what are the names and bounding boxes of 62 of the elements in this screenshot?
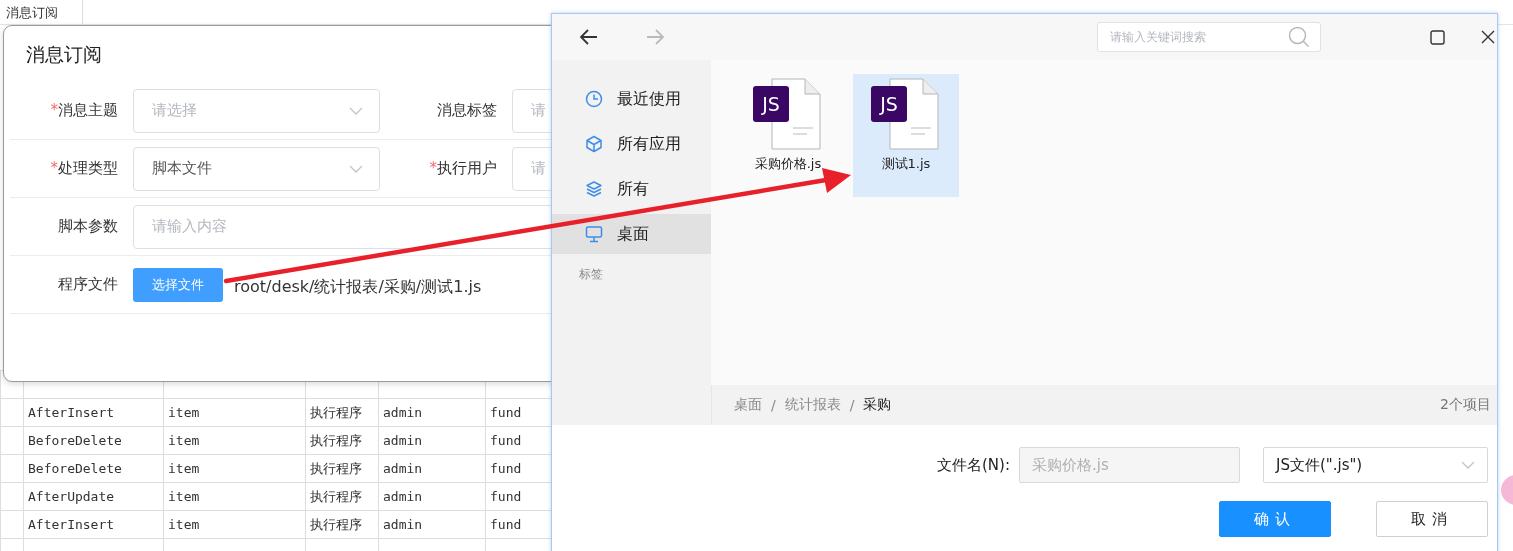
table-cell: BeforeDelete — [23, 426, 164, 455]
file-name: 采购价格.js — [754, 155, 822, 173]
file-path: root/desk/统计报表/采购/测试1.js — [234, 277, 482, 298]
table-cell: 执行程序 — [305, 454, 379, 483]
dialog-title: 消息订阅 — [26, 42, 103, 67]
table-cell: 执行程序 — [305, 510, 379, 539]
clock-icon — [585, 90, 603, 108]
file-type-select[interactable]: JS文件(".js") — [1263, 447, 1488, 483]
sidebar-label: 所有应用 — [617, 133, 681, 155]
breadcrumb-separator: / — [849, 397, 855, 413]
item-count: 2个项目 — [1440, 396, 1491, 414]
table-cell: admin — [378, 426, 486, 455]
table-cell: 执行程序 — [305, 426, 379, 455]
table-cell: item — [163, 482, 306, 511]
table-cell: BeforeDelete — [23, 454, 164, 483]
close-button[interactable] — [1479, 28, 1497, 46]
breadcrumb-item[interactable]: 采购 — [863, 396, 892, 414]
table-cell: admin — [378, 482, 486, 511]
table-cell: admin — [378, 454, 486, 483]
file-type-badge: JS — [871, 86, 907, 122]
table-cell: 执行程序 — [305, 482, 379, 511]
table-cell: AfterUpdate — [23, 482, 164, 511]
monitor-icon — [585, 225, 603, 243]
file-name: 测试1.js — [881, 155, 931, 173]
sidebar-item[interactable]: 最近使用 — [552, 79, 711, 119]
chevron-down-icon — [349, 106, 363, 115]
table-cell: admin — [378, 510, 486, 539]
table-cell: item — [163, 454, 306, 483]
file-type-badge: JS — [753, 86, 789, 122]
table-cell: AfterInsert — [23, 398, 164, 427]
field-label: *执行用户 — [428, 159, 497, 178]
page-tab[interactable]: 消息订阅 — [0, 0, 83, 24]
table-cell: item — [163, 510, 306, 539]
sidebar-label: 桌面 — [617, 223, 649, 245]
file-item[interactable]: JS 测试1.js — [853, 74, 959, 197]
sidebar-item[interactable]: 桌面 — [552, 214, 711, 254]
select-field[interactable]: 脚本文件 — [133, 146, 380, 191]
cancel-button[interactable]: 取消 — [1376, 501, 1488, 537]
file-item[interactable]: JS 采购价格.js — [735, 74, 841, 197]
field-label: 脚本参数 — [57, 217, 118, 236]
field-label: 消息标签 — [436, 101, 497, 120]
table-cell: item — [163, 398, 306, 427]
table-cell: admin — [378, 398, 486, 427]
field-label: 程序文件 — [57, 275, 118, 294]
layers-icon — [585, 180, 603, 198]
field-label: *消息主题 — [49, 101, 118, 120]
maximize-button[interactable] — [1428, 27, 1447, 47]
sidebar-label: 最近使用 — [617, 88, 681, 110]
breadcrumb-separator: / — [771, 397, 776, 413]
field-label: *处理类型 — [49, 159, 118, 178]
back-button[interactable] — [578, 27, 600, 47]
table-cell: item — [163, 426, 306, 455]
filename-label: 文件名(N): — [937, 455, 1010, 475]
table-cell: 执行程序 — [305, 398, 379, 427]
chevron-down-icon — [1461, 461, 1475, 469]
cube-icon — [585, 135, 603, 153]
section-label: 标签 — [578, 266, 604, 282]
sidebar-item[interactable]: 所有应用 — [552, 124, 711, 164]
table-cell: AfterInsert — [23, 510, 164, 539]
chevron-down-icon — [349, 164, 363, 173]
sidebar-label: 所有 — [617, 178, 649, 200]
search-icon — [1288, 26, 1310, 48]
